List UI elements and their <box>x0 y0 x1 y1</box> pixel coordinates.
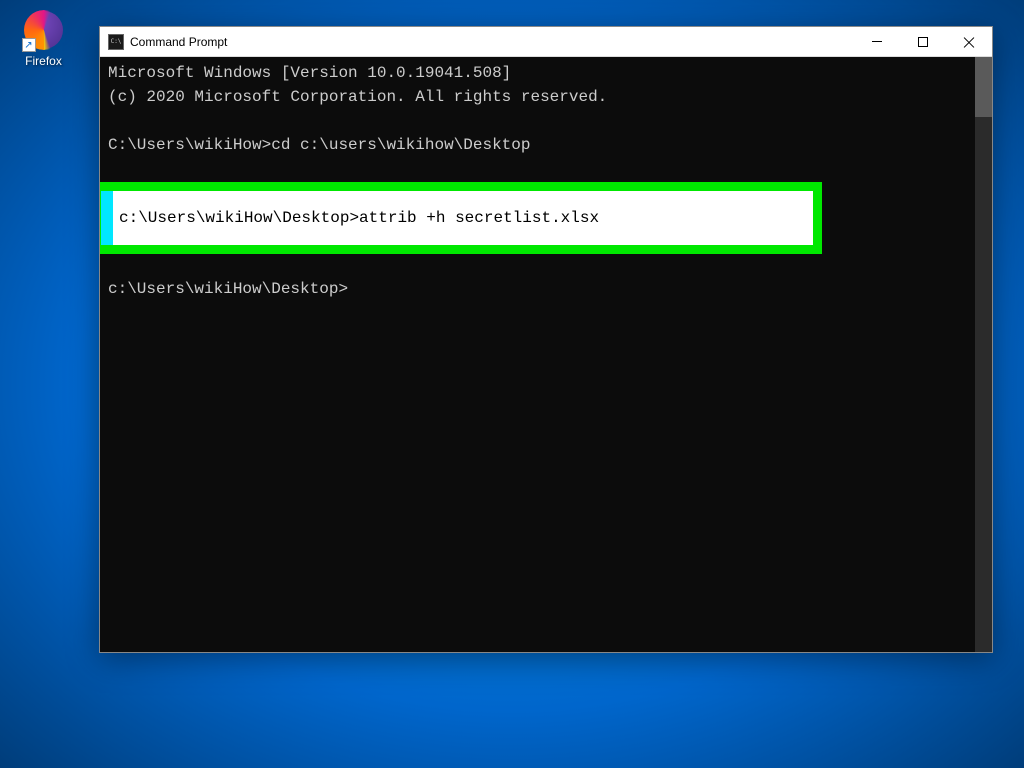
terminal-line: C:\Users\wikiHow>cd c:\users\wikihow\Des… <box>108 133 984 157</box>
terminal-line: (c) 2020 Microsoft Corporation. All righ… <box>108 85 984 109</box>
shortcut-arrow-icon: ↗ <box>22 38 36 52</box>
terminal-blank <box>108 109 984 133</box>
window-controls <box>854 27 992 56</box>
firefox-icon: ↗ <box>24 10 64 50</box>
terminal-blank <box>108 157 984 181</box>
minimize-icon <box>872 41 882 42</box>
close-button[interactable] <box>946 27 992 56</box>
highlighted-command-line: c:\Users\wikiHow\Desktop>attrib +h secre… <box>113 191 813 245</box>
titlebar[interactable]: Command Prompt <box>100 27 992 57</box>
terminal-body[interactable]: Microsoft Windows [Version 10.0.19041.50… <box>100 57 992 652</box>
scrollbar[interactable] <box>975 57 992 652</box>
maximize-button[interactable] <box>900 27 946 56</box>
terminal-line: c:\Users\wikiHow\Desktop> <box>108 277 984 301</box>
terminal-blank <box>108 253 984 277</box>
minimize-button[interactable] <box>854 27 900 56</box>
close-icon <box>963 36 975 48</box>
terminal-line: Microsoft Windows [Version 10.0.19041.50… <box>108 61 984 85</box>
window-title: Command Prompt <box>130 35 854 49</box>
scrollbar-thumb[interactable] <box>975 57 992 117</box>
maximize-icon <box>918 37 928 47</box>
firefox-desktop-icon[interactable]: ↗ Firefox <box>16 10 71 68</box>
firefox-label: Firefox <box>25 54 62 68</box>
command-prompt-window: Command Prompt Microsoft Windows [Versio… <box>99 26 993 653</box>
cmd-icon <box>108 34 124 50</box>
